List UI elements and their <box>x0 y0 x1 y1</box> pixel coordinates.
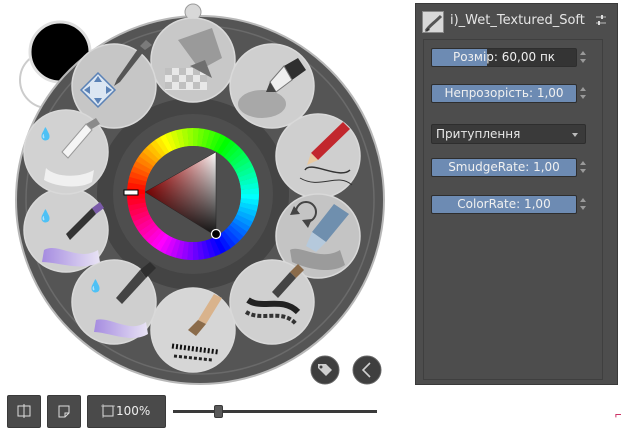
size-slider[interactable]: Розмір: 60,00 пк <box>431 48 577 67</box>
svg-text:💧: 💧 <box>38 127 53 141</box>
slot-wet-bristle-brush[interactable]: 💧 <box>71 259 157 345</box>
opacity-spinner[interactable] <box>580 84 588 103</box>
preset-name: i)_Wet_Textured_Soft <box>450 13 585 28</box>
zoom-label: 100% <box>116 404 151 418</box>
slot-pencil[interactable] <box>275 113 361 199</box>
chevron-down-icon <box>572 133 578 137</box>
popup-palette: 💧 💧 💧 <box>15 3 385 385</box>
opacity-slider-label: Непрозорість: 1,00 <box>444 86 564 100</box>
blending-mode-value: Притуплення <box>436 127 521 141</box>
size-spinner[interactable] <box>580 48 588 67</box>
svg-text:💧: 💧 <box>38 209 53 223</box>
smudge-rate-label: SmudgeRate: 1,00 <box>448 160 560 174</box>
tag-button[interactable] <box>310 355 340 385</box>
value-cursor[interactable] <box>210 228 222 240</box>
smudge-rate-slider[interactable]: SmudgeRate: 1,00 <box>431 158 577 177</box>
preset-thumbnail[interactable] <box>422 11 444 33</box>
zoom-fit-icon <box>101 404 115 418</box>
color-rate-slider[interactable]: ColorRate: 1,00 <box>431 195 577 214</box>
hue-cursor[interactable] <box>123 189 139 196</box>
zoom-slider-handle[interactable] <box>213 405 223 418</box>
color-rate-spinner[interactable] <box>580 195 588 214</box>
size-slider-label: Розмір: 60,00 пк <box>452 50 556 64</box>
sliders-icon[interactable] <box>594 13 608 27</box>
edge-mark: ⌐ <box>614 408 621 422</box>
zoom-slider-track[interactable] <box>173 410 377 413</box>
canvas-only-button[interactable] <box>47 395 81 428</box>
color-rate-label: ColorRate: 1,00 <box>457 197 551 211</box>
slot-wet-round-brush[interactable]: 💧 <box>23 109 109 195</box>
slot-airbrush-pen[interactable] <box>150 17 236 103</box>
mirror-icon <box>17 404 31 418</box>
slot-wet-watercolor-brush[interactable]: 💧 <box>23 187 109 273</box>
zoom-button[interactable]: 100% <box>87 395 166 428</box>
svg-text:💧: 💧 <box>88 279 103 293</box>
slot-bristle-brush[interactable] <box>229 259 315 345</box>
slot-flat-brush[interactable] <box>150 287 236 373</box>
back-button[interactable] <box>352 355 382 385</box>
canvas-icon <box>58 405 70 418</box>
blending-mode-select[interactable]: Притуплення <box>431 124 586 144</box>
mirror-button[interactable] <box>7 395 41 428</box>
opacity-slider[interactable]: Непрозорість: 1,00 <box>431 84 577 103</box>
brush-editor-panel: i)_Wet_Textured_Soft Розмір: 60,00 пк Не… <box>415 3 618 385</box>
smudge-rate-spinner[interactable] <box>580 158 588 177</box>
slot-marker-pen[interactable] <box>229 43 315 129</box>
